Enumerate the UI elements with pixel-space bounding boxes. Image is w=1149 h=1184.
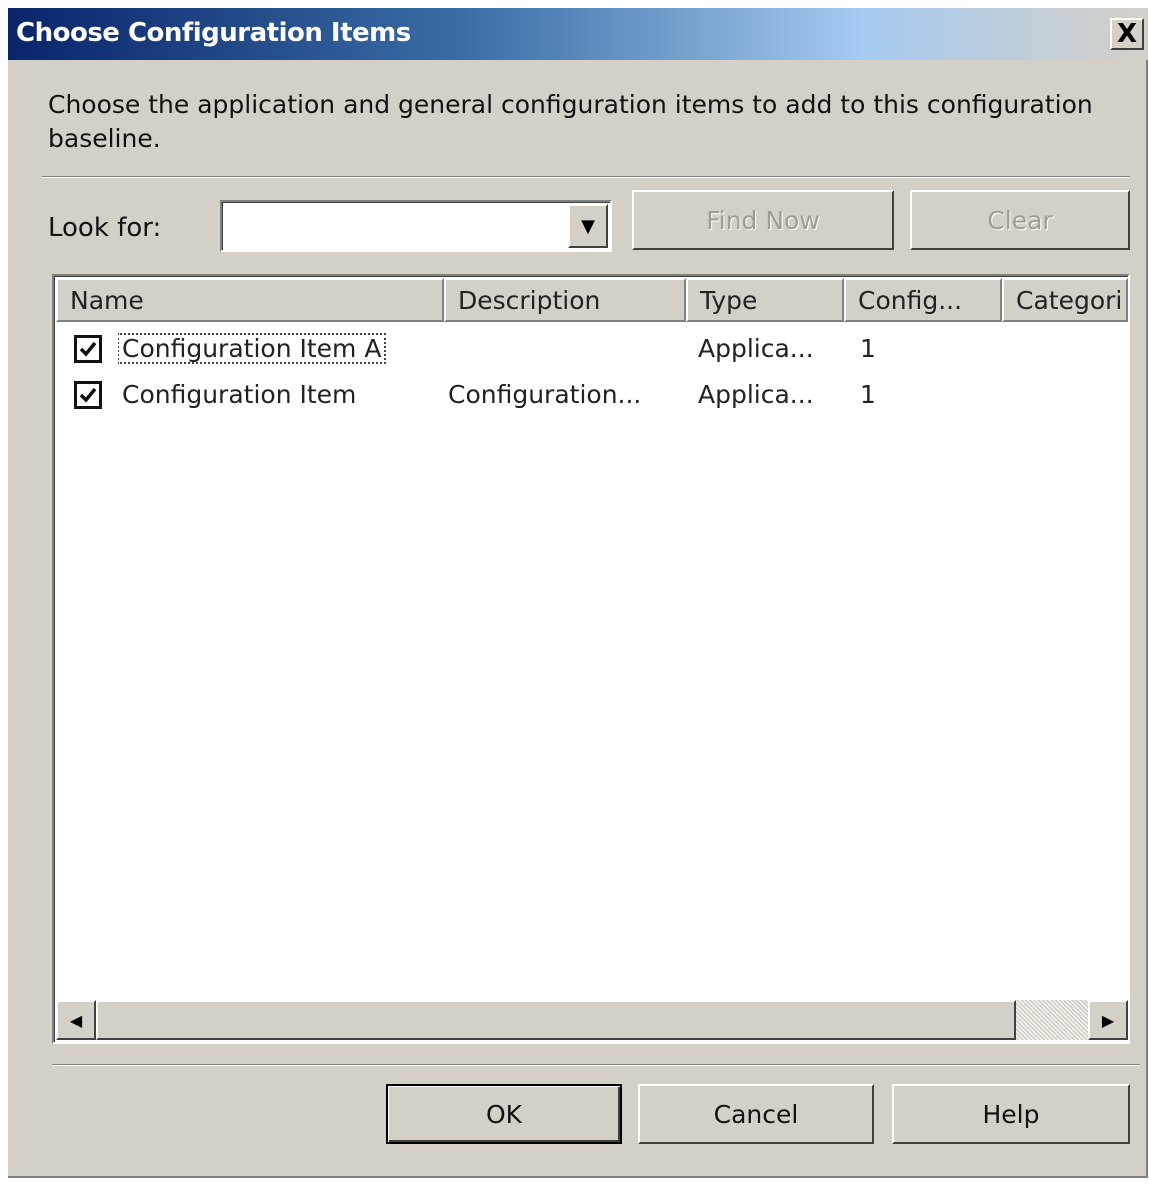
checkmark-icon	[79, 387, 97, 403]
column-header-config[interactable]: Config...	[844, 278, 1002, 322]
ok-label: OK	[485, 1099, 523, 1129]
divider-top	[42, 176, 1130, 178]
divider-bottom	[52, 1064, 1140, 1066]
list-header: Name Description Type Config... Categori	[56, 278, 1128, 322]
find-now-label: Find Now	[706, 205, 820, 235]
arrow-right-icon: ▶	[1101, 1010, 1115, 1030]
horizontal-scrollbar[interactable]: ◀ ▶	[56, 1000, 1128, 1040]
column-header-categories[interactable]: Categori	[1002, 278, 1128, 322]
combobox-dropdown-button[interactable]: ▼	[568, 204, 608, 248]
table-row[interactable]: Configuration Item Configuration... Appl…	[56, 372, 1128, 416]
checkmark-icon	[79, 341, 97, 357]
scroll-right-button[interactable]: ▶	[1088, 1000, 1128, 1040]
cell-name: Configuration Item	[122, 379, 357, 409]
row-name-text: Configuration Item A	[118, 332, 387, 364]
cell-description: Configuration...	[448, 379, 642, 409]
table-row[interactable]: Configuration Item A Applica... 1	[56, 326, 1128, 370]
find-now-button[interactable]: Find Now	[632, 190, 894, 250]
look-for-label: Look for:	[48, 213, 162, 243]
scrollbar-thumb[interactable]	[96, 1000, 1016, 1040]
column-header-description[interactable]: Description	[444, 278, 686, 322]
configuration-items-list[interactable]: Name Description Type Config... Categori…	[52, 274, 1130, 1044]
scroll-left-button[interactable]: ◀	[56, 1000, 96, 1040]
choose-configuration-items-dialog: Choose Configuration Items X Choose the …	[8, 8, 1148, 1178]
arrow-left-icon: ◀	[69, 1010, 83, 1030]
look-for-combobox[interactable]: ▼	[220, 200, 612, 252]
clear-label: Clear	[987, 205, 1053, 235]
dialog-title: Choose Configuration Items	[16, 18, 411, 48]
column-header-name[interactable]: Name	[56, 278, 444, 322]
help-label: Help	[982, 1099, 1040, 1129]
cell-type: Applica...	[698, 379, 814, 409]
column-header-type[interactable]: Type	[686, 278, 844, 322]
cell-type: Applica...	[698, 333, 814, 363]
scrollbar-track[interactable]	[1016, 1000, 1088, 1040]
cancel-label: Cancel	[713, 1099, 799, 1129]
cell-config: 1	[860, 333, 876, 363]
clear-button[interactable]: Clear	[910, 190, 1130, 250]
chevron-down-icon: ▼	[581, 215, 595, 237]
row-checkbox[interactable]	[74, 381, 102, 409]
close-icon: X	[1116, 19, 1138, 49]
help-button[interactable]: Help	[892, 1084, 1130, 1144]
instructions-text: Choose the application and general confi…	[48, 90, 1093, 153]
cell-config: 1	[860, 379, 876, 409]
cell-name: Configuration Item A	[118, 326, 418, 370]
ok-button[interactable]: OK	[386, 1084, 622, 1144]
title-bar[interactable]: Choose Configuration Items X	[8, 8, 1148, 60]
cancel-button[interactable]: Cancel	[638, 1084, 874, 1144]
close-button[interactable]: X	[1110, 18, 1144, 50]
row-checkbox[interactable]	[74, 335, 102, 363]
look-for-input[interactable]	[228, 208, 562, 246]
cell-description	[448, 326, 678, 370]
